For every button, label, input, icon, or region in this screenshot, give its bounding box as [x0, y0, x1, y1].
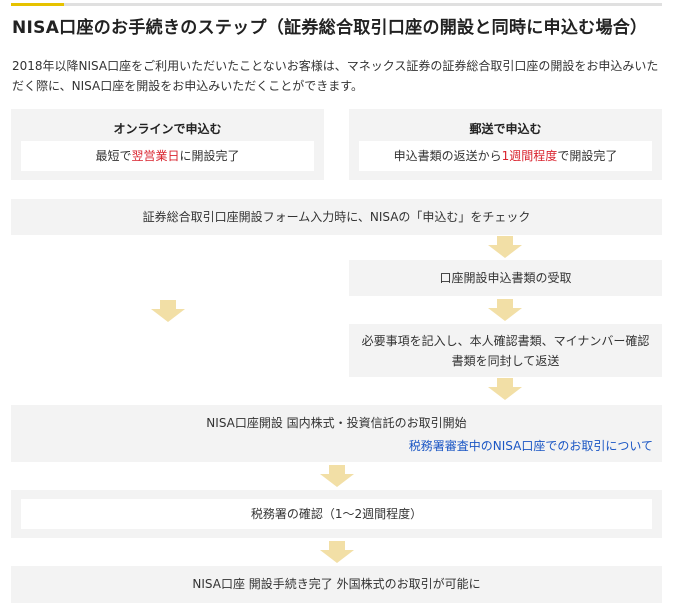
step-receive-docs: 口座開設申込書類の受取	[349, 260, 662, 296]
arrow-down-icon	[320, 541, 354, 563]
online-application-box: オンラインで申込む 最短で翌営業日に開設完了	[11, 109, 324, 180]
step-form-check-text: 証券総合取引口座開設フォーム入力時に、NISAの「申込む」をチェック	[142, 210, 531, 224]
step-return-docs-text: 必要事項を記入し、本人確認書類、マイナンバー確認書類を同封して返送	[361, 334, 650, 368]
step-complete-text: NISA口座 開設手続き完了 外国株式のお取引が可能に	[192, 577, 481, 591]
arrow-down-icon	[151, 300, 185, 322]
step-complete: NISA口座 開設手続き完了 外国株式のお取引が可能に	[11, 566, 662, 603]
header-rule-accent	[11, 3, 64, 6]
mail-text-before: 申込書類の返送から	[393, 149, 502, 163]
arrow-down-icon	[488, 378, 522, 400]
online-text-highlight: 翌営業日	[131, 149, 180, 163]
online-duration: 最短で翌営業日に開設完了	[21, 141, 314, 171]
arrow-down-icon	[488, 299, 522, 321]
online-heading: オンラインで申込む	[113, 122, 222, 136]
mail-duration: 申込書類の返送から1週間程度で開設完了	[359, 141, 652, 171]
mail-application-box: 郵送で申込む 申込書類の返送から1週間程度で開設完了	[349, 109, 662, 180]
mail-heading: 郵送で申込む	[469, 122, 542, 136]
online-text-before: 最短で	[95, 149, 132, 163]
mail-text-after: で開設完了	[557, 149, 618, 163]
arrow-down-icon	[488, 236, 522, 258]
step-nisa-open-text: NISA口座開設 国内株式・投資信託のお取引開始	[206, 416, 467, 430]
online-text-after: に開設完了	[179, 149, 240, 163]
step-return-docs: 必要事項を記入し、本人確認書類、マイナンバー確認書類を同封して返送	[349, 324, 662, 377]
mail-text-highlight: 1週間程度	[501, 149, 558, 163]
page-title: NISA口座のお手続きのステップ（証券総合取引口座の開設と同時に申込む場合）	[12, 18, 648, 38]
step-nisa-open: NISA口座開設 国内株式・投資信託のお取引開始 税務署審査中のNISA口座での…	[11, 405, 662, 462]
step-receive-docs-text: 口座開設申込書類の受取	[439, 271, 572, 285]
step-tax-office: 税務署の確認（1〜2週間程度）	[11, 490, 662, 538]
intro-text: 2018年以降NISA口座をご利用いただいたことないお客様は、マネックス証券の証…	[12, 59, 659, 93]
arrow-down-icon	[320, 465, 354, 487]
step-tax-office-text: 税務署の確認（1〜2週間程度）	[21, 499, 652, 529]
header-rule	[11, 3, 662, 6]
nisa-review-link[interactable]: 税務署審査中のNISA口座でのお取引について	[409, 437, 653, 454]
step-form-check: 証券総合取引口座開設フォーム入力時に、NISAの「申込む」をチェック	[11, 199, 662, 235]
